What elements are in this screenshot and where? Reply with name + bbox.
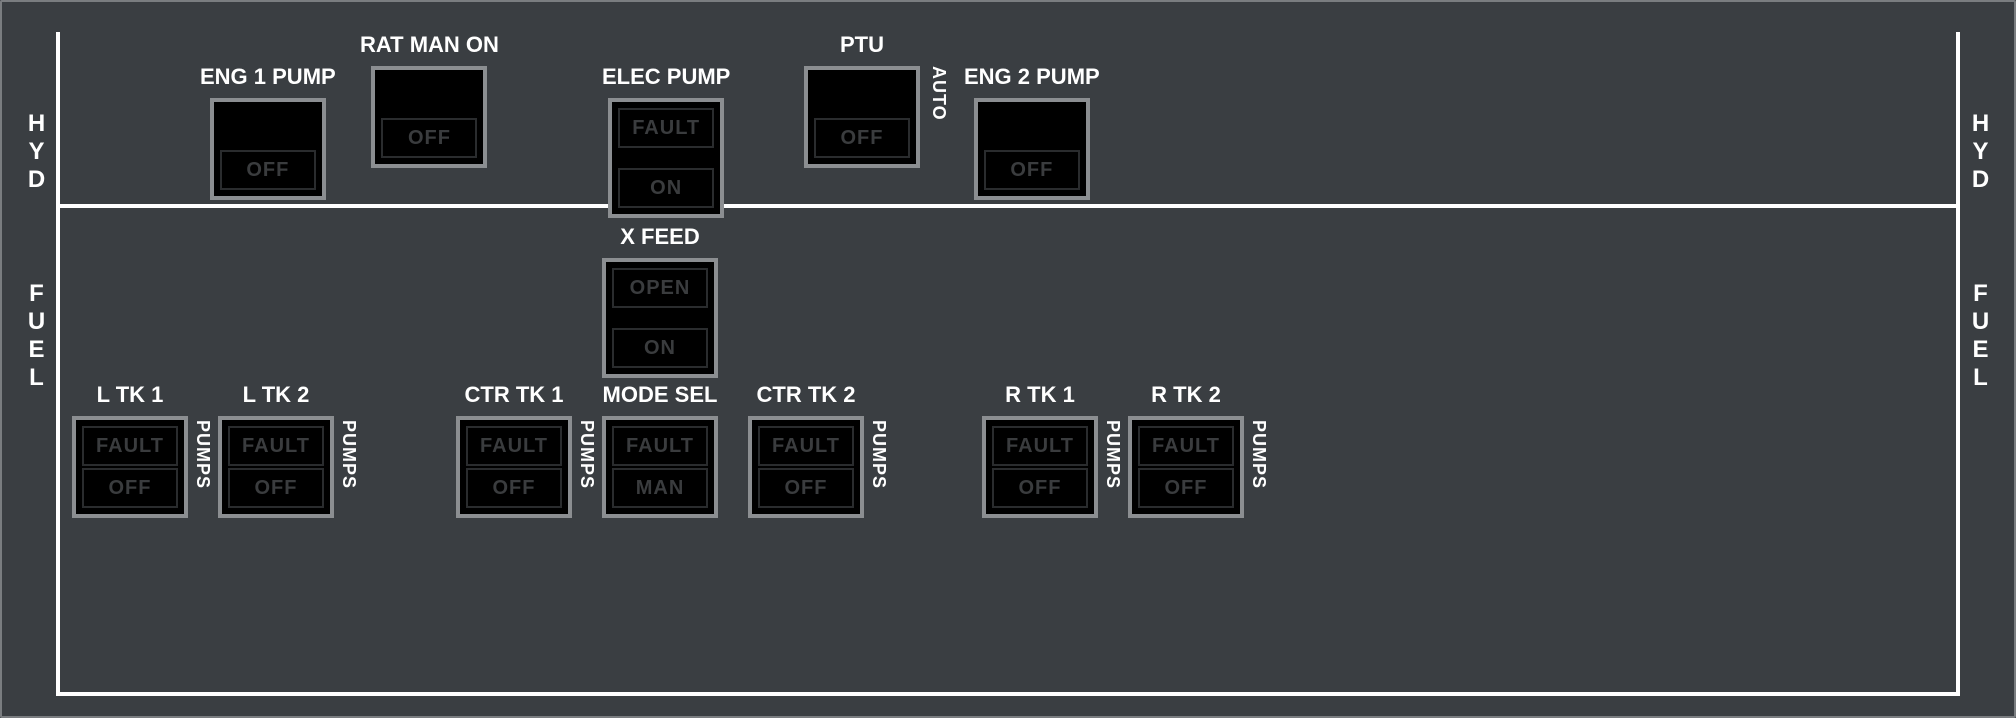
r-tk-1-bottom: OFF	[992, 468, 1088, 508]
fuel-label-right: FUEL	[1966, 280, 1994, 392]
mode-sel-unit: MODE SEL FAULT MAN	[602, 382, 718, 518]
r-tk-2-title: R TK 2	[1128, 382, 1244, 408]
r-tk-2-bottom: OFF	[1138, 468, 1234, 508]
eng2-pump-unit: ENG 2 PUMP OFF	[964, 64, 1100, 200]
elec-pump-title: ELEC PUMP	[602, 64, 730, 90]
ctr-tk-2-top: FAULT	[758, 426, 854, 466]
rat-man-on-top	[381, 76, 477, 116]
l-tk-1-unit: L TK 1 FAULT OFF PUMPS	[72, 382, 188, 518]
eng1-pump-top	[220, 108, 316, 148]
elec-pump-button[interactable]: FAULT ON	[608, 98, 724, 218]
ctr-tk-1-bottom: OFF	[466, 468, 562, 508]
eng1-pump-unit: ENG 1 PUMP OFF	[200, 64, 336, 200]
ctr-tk-1-button[interactable]: FAULT OFF	[456, 416, 572, 518]
ptu-title: PTU	[804, 32, 920, 58]
r-tk-2-pumps-label: PUMPS	[1248, 420, 1269, 489]
rule	[1956, 208, 1960, 692]
r-tk-1-top: FAULT	[992, 426, 1088, 466]
ptu-unit: PTU OFF AUTO	[804, 32, 920, 168]
mode-sel-title: MODE SEL	[602, 382, 718, 408]
mode-sel-button[interactable]: FAULT MAN	[602, 416, 718, 518]
l-tk-2-button[interactable]: FAULT OFF	[218, 416, 334, 518]
ctr-tk-2-button[interactable]: FAULT OFF	[748, 416, 864, 518]
x-feed-unit: X FEED OPEN ON	[602, 224, 718, 378]
r-tk-1-pumps-label: PUMPS	[1102, 420, 1123, 489]
x-feed-button[interactable]: OPEN ON	[602, 258, 718, 378]
ptu-button[interactable]: OFF	[804, 66, 920, 168]
ptu-auto-label: AUTO	[928, 66, 949, 121]
eng1-pump-title: ENG 1 PUMP	[200, 64, 336, 90]
ctr-tk-1-title: CTR TK 1	[456, 382, 572, 408]
rule	[1956, 32, 1960, 204]
rat-man-on-unit: RAT MAN ON OFF	[360, 32, 499, 168]
rat-man-on-title: RAT MAN ON	[360, 32, 499, 58]
eng2-pump-title: ENG 2 PUMP	[964, 64, 1100, 90]
elec-pump-top: FAULT	[618, 108, 714, 148]
eng2-pump-bottom: OFF	[984, 150, 1080, 190]
ptu-top	[814, 76, 910, 116]
rule	[56, 204, 1960, 208]
fuel-label-left: FUEL	[22, 280, 50, 392]
ctr-tk-1-top: FAULT	[466, 426, 562, 466]
r-tk-2-button[interactable]: FAULT OFF	[1128, 416, 1244, 518]
l-tk-2-top: FAULT	[228, 426, 324, 466]
r-tk-1-button[interactable]: FAULT OFF	[982, 416, 1098, 518]
elec-pump-bottom: ON	[618, 168, 714, 208]
rule	[56, 692, 1960, 696]
ctr-tk-2-pumps-label: PUMPS	[868, 420, 889, 489]
rule	[56, 208, 60, 692]
l-tk-1-title: L TK 1	[72, 382, 188, 408]
ctr-tk-1-unit: CTR TK 1 FAULT OFF PUMPS	[456, 382, 572, 518]
r-tk-1-unit: R TK 1 FAULT OFF PUMPS	[982, 382, 1098, 518]
hyd-label-left: HYD	[22, 110, 50, 194]
rat-man-on-button[interactable]: OFF	[371, 66, 487, 168]
eng1-pump-button[interactable]: OFF	[210, 98, 326, 200]
r-tk-2-top: FAULT	[1138, 426, 1234, 466]
l-tk-1-top: FAULT	[82, 426, 178, 466]
l-tk-2-unit: L TK 2 FAULT OFF PUMPS	[218, 382, 334, 518]
ctr-tk-1-pumps-label: PUMPS	[576, 420, 597, 489]
x-feed-top: OPEN	[612, 268, 708, 308]
rule	[56, 32, 60, 204]
elec-pump-unit: ELEC PUMP FAULT ON	[602, 64, 730, 218]
x-feed-title: X FEED	[602, 224, 718, 250]
overhead-panel: HYD HYD FUEL FUEL ENG 1 PUMP OFF RAT MAN…	[2, 2, 2014, 716]
r-tk-2-unit: R TK 2 FAULT OFF PUMPS	[1128, 382, 1244, 518]
ctr-tk-2-unit: CTR TK 2 FAULT OFF PUMPS	[748, 382, 864, 518]
mode-sel-top: FAULT	[612, 426, 708, 466]
ctr-tk-2-title: CTR TK 2	[748, 382, 864, 408]
l-tk-1-bottom: OFF	[82, 468, 178, 508]
hyd-label-right: HYD	[1966, 110, 1994, 194]
rat-man-on-bottom: OFF	[381, 118, 477, 158]
eng2-pump-top	[984, 108, 1080, 148]
mode-sel-bottom: MAN	[612, 468, 708, 508]
l-tk-2-bottom: OFF	[228, 468, 324, 508]
l-tk-2-title: L TK 2	[218, 382, 334, 408]
l-tk-1-button[interactable]: FAULT OFF	[72, 416, 188, 518]
r-tk-1-title: R TK 1	[982, 382, 1098, 408]
ctr-tk-2-bottom: OFF	[758, 468, 854, 508]
x-feed-bottom: ON	[612, 328, 708, 368]
l-tk-1-pumps-label: PUMPS	[192, 420, 213, 489]
l-tk-2-pumps-label: PUMPS	[338, 420, 359, 489]
ptu-bottom: OFF	[814, 118, 910, 158]
eng2-pump-button[interactable]: OFF	[974, 98, 1090, 200]
eng1-pump-bottom: OFF	[220, 150, 316, 190]
